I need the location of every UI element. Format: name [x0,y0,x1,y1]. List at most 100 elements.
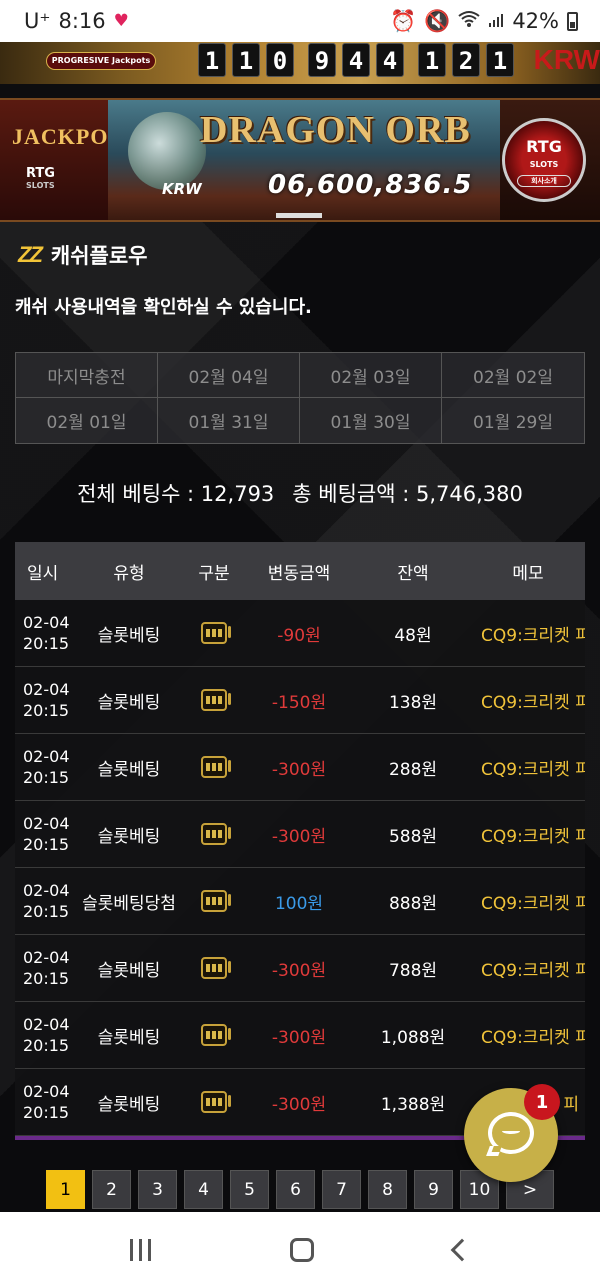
row-time: 20:15 [23,902,70,921]
clock: 8:16 [58,9,106,33]
wifi-icon [458,9,480,33]
page-button-9[interactable]: 9 [414,1170,453,1209]
row-datetime: 02-04 20:15 [15,813,73,855]
row-amount: -300원 [271,1027,327,1048]
battery-icon [567,11,578,31]
table-row: 02-04 20:15 슬롯베팅 -150원 138원 CQ9:크리켓 피 [15,667,585,734]
signal-icon [488,9,504,33]
slot-machine-icon [201,1091,231,1113]
date-filter-0131[interactable]: 01월 31일 [158,398,300,443]
row-datetime: 02-04 20:15 [15,1081,73,1123]
row-date: 02-04 [23,881,70,900]
row-memo: CQ9:크리켓 피 [481,960,585,981]
row-date: 02-04 [23,747,70,766]
page-button-3[interactable]: 3 [138,1170,177,1209]
table-row: 02-04 20:15 슬롯베팅 -300원 288원 CQ9:크리켓 피 [15,734,585,801]
slot-machine-icon [201,756,231,778]
date-filter-0129[interactable]: 01월 29일 [442,398,584,443]
jackpot-digit: 1 [198,43,226,77]
page-button-2[interactable]: 2 [92,1170,131,1209]
date-filter-0202[interactable]: 02월 02일 [442,353,584,398]
row-date: 02-04 [23,814,70,833]
row-datetime: 02-04 20:15 [15,746,73,788]
dragon-orb-banner[interactable]: JACKPOT RTG SLOTS DRAGON ORB KRW 06,600,… [0,98,600,222]
chat-bubble-tail [486,1146,502,1156]
row-memo: CQ9:크리켓 피 [481,826,585,847]
progressive-jackpot-strip[interactable]: PROGRESIVE Jackpots 1 1 0 9 4 4 1 2 1 KR… [0,42,600,84]
date-filter-0201[interactable]: 02월 01일 [16,398,158,443]
row-memo: CQ9:크리켓 피 [481,1027,585,1048]
row-time: 20:15 [23,634,70,653]
row-balance: 1,088원 [380,1027,446,1048]
jackpot-digit: 2 [452,43,480,77]
row-memo: CQ9:크리켓 피 [481,625,585,646]
table-row: 02-04 20:15 슬롯베팅당첨 100원 888원 CQ9:크리켓 피 [15,868,585,935]
company-intro-label: 회사소개 [517,175,571,187]
row-amount: -150원 [271,692,327,713]
company-badge-title: RTG [526,137,562,156]
recent-apps-icon[interactable] [129,1238,151,1261]
row-datetime: 02-04 20:15 [15,880,73,922]
banner-jackpot-amount: 06,600,836.5 [268,170,473,200]
row-type: 슬롯베팅 [97,625,161,646]
row-type: 슬롯베팅 [97,759,161,780]
row-balance: 288원 [388,759,438,780]
jackpot-currency: KRW [533,44,600,75]
date-filter-0204[interactable]: 02월 04일 [158,353,300,398]
section-header: ZZ 캐쉬플로우 [18,240,148,270]
row-type: 슬롯베팅 [97,692,161,713]
row-datetime: 02-04 20:15 [15,612,73,654]
row-time: 20:15 [23,1103,70,1122]
banner-slide-indicator[interactable] [276,213,322,218]
row-time: 20:15 [23,768,70,787]
banner-currency: KRW [162,180,202,198]
page-button-4[interactable]: 4 [184,1170,223,1209]
row-date: 02-04 [23,1015,70,1034]
page-title: 캐쉬플로우 [50,244,148,268]
slot-machine-icon [201,622,231,644]
back-icon[interactable] [450,1238,474,1261]
row-datetime: 02-04 20:15 [15,947,73,989]
home-icon[interactable] [290,1237,315,1262]
page-button-7[interactable]: 7 [322,1170,361,1209]
row-date: 02-04 [23,1082,70,1101]
row-balance: 788원 [388,960,438,981]
row-balance: 1,388원 [380,1094,446,1115]
battery-percent: 42% [512,9,559,33]
betting-totals: 전체 베팅수 : 12,793 총 베팅금액 : 5,746,380 [0,478,600,508]
row-type: 슬롯베팅 [97,960,161,981]
total-bet-count: 전체 베팅수 : 12,793 [77,482,275,506]
row-amount: 100원 [274,893,324,914]
banner-company-panel: RTG SLOTS 회사소개 [500,100,600,220]
date-filter-last-charge[interactable]: 마지막충전 [16,353,158,398]
page-description: 캐쉬 사용내역을 확인하실 수 있습니다. [15,297,312,318]
table-row: 02-04 20:15 슬롯베팅 -300원 588원 CQ9:크리켓 피 [15,801,585,868]
banner-game-title: DRAGON ORB [200,109,471,151]
progressive-badge: PROGRESIVE Jackpots [46,52,156,70]
alarm-icon: ⏰ [390,8,417,33]
company-intro-button[interactable]: RTG SLOTS 회사소개 [502,118,586,202]
banner-artwork: DRAGON ORB KRW 06,600,836.5 [108,100,500,220]
header-memo: 메모 [512,563,544,584]
row-amount: -300원 [271,759,327,780]
date-filter-0203[interactable]: 02월 03일 [300,353,442,398]
rtg-logo-sub: SLOTS [26,181,55,190]
row-datetime: 02-04 20:15 [15,1014,73,1056]
header-balance: 잔액 [397,563,429,584]
date-filter-0130[interactable]: 01월 30일 [300,398,442,443]
brand-logo: ZZ [18,242,43,267]
row-time: 20:15 [23,835,70,854]
page-button-5[interactable]: 5 [230,1170,269,1209]
page-button-6[interactable]: 6 [276,1170,315,1209]
table-row: 02-04 20:15 슬롯베팅 -300원 1,088원 CQ9:크리켓 피 [15,1002,585,1069]
carrier-label: U⁺ [24,9,51,33]
page-button-8[interactable]: 8 [368,1170,407,1209]
status-right: ⏰ 🔇 42% [390,9,578,34]
row-balance: 48원 [394,625,432,646]
total-bet-amount: 총 베팅금액 : 5,746,380 [292,482,523,506]
page-button-1[interactable]: 1 [46,1170,85,1209]
header-date: 일시 [27,563,59,584]
slot-machine-icon [201,957,231,979]
row-type: 슬롯베팅당첨 [82,893,176,914]
row-memo: CQ9:크리켓 피 [481,759,585,780]
